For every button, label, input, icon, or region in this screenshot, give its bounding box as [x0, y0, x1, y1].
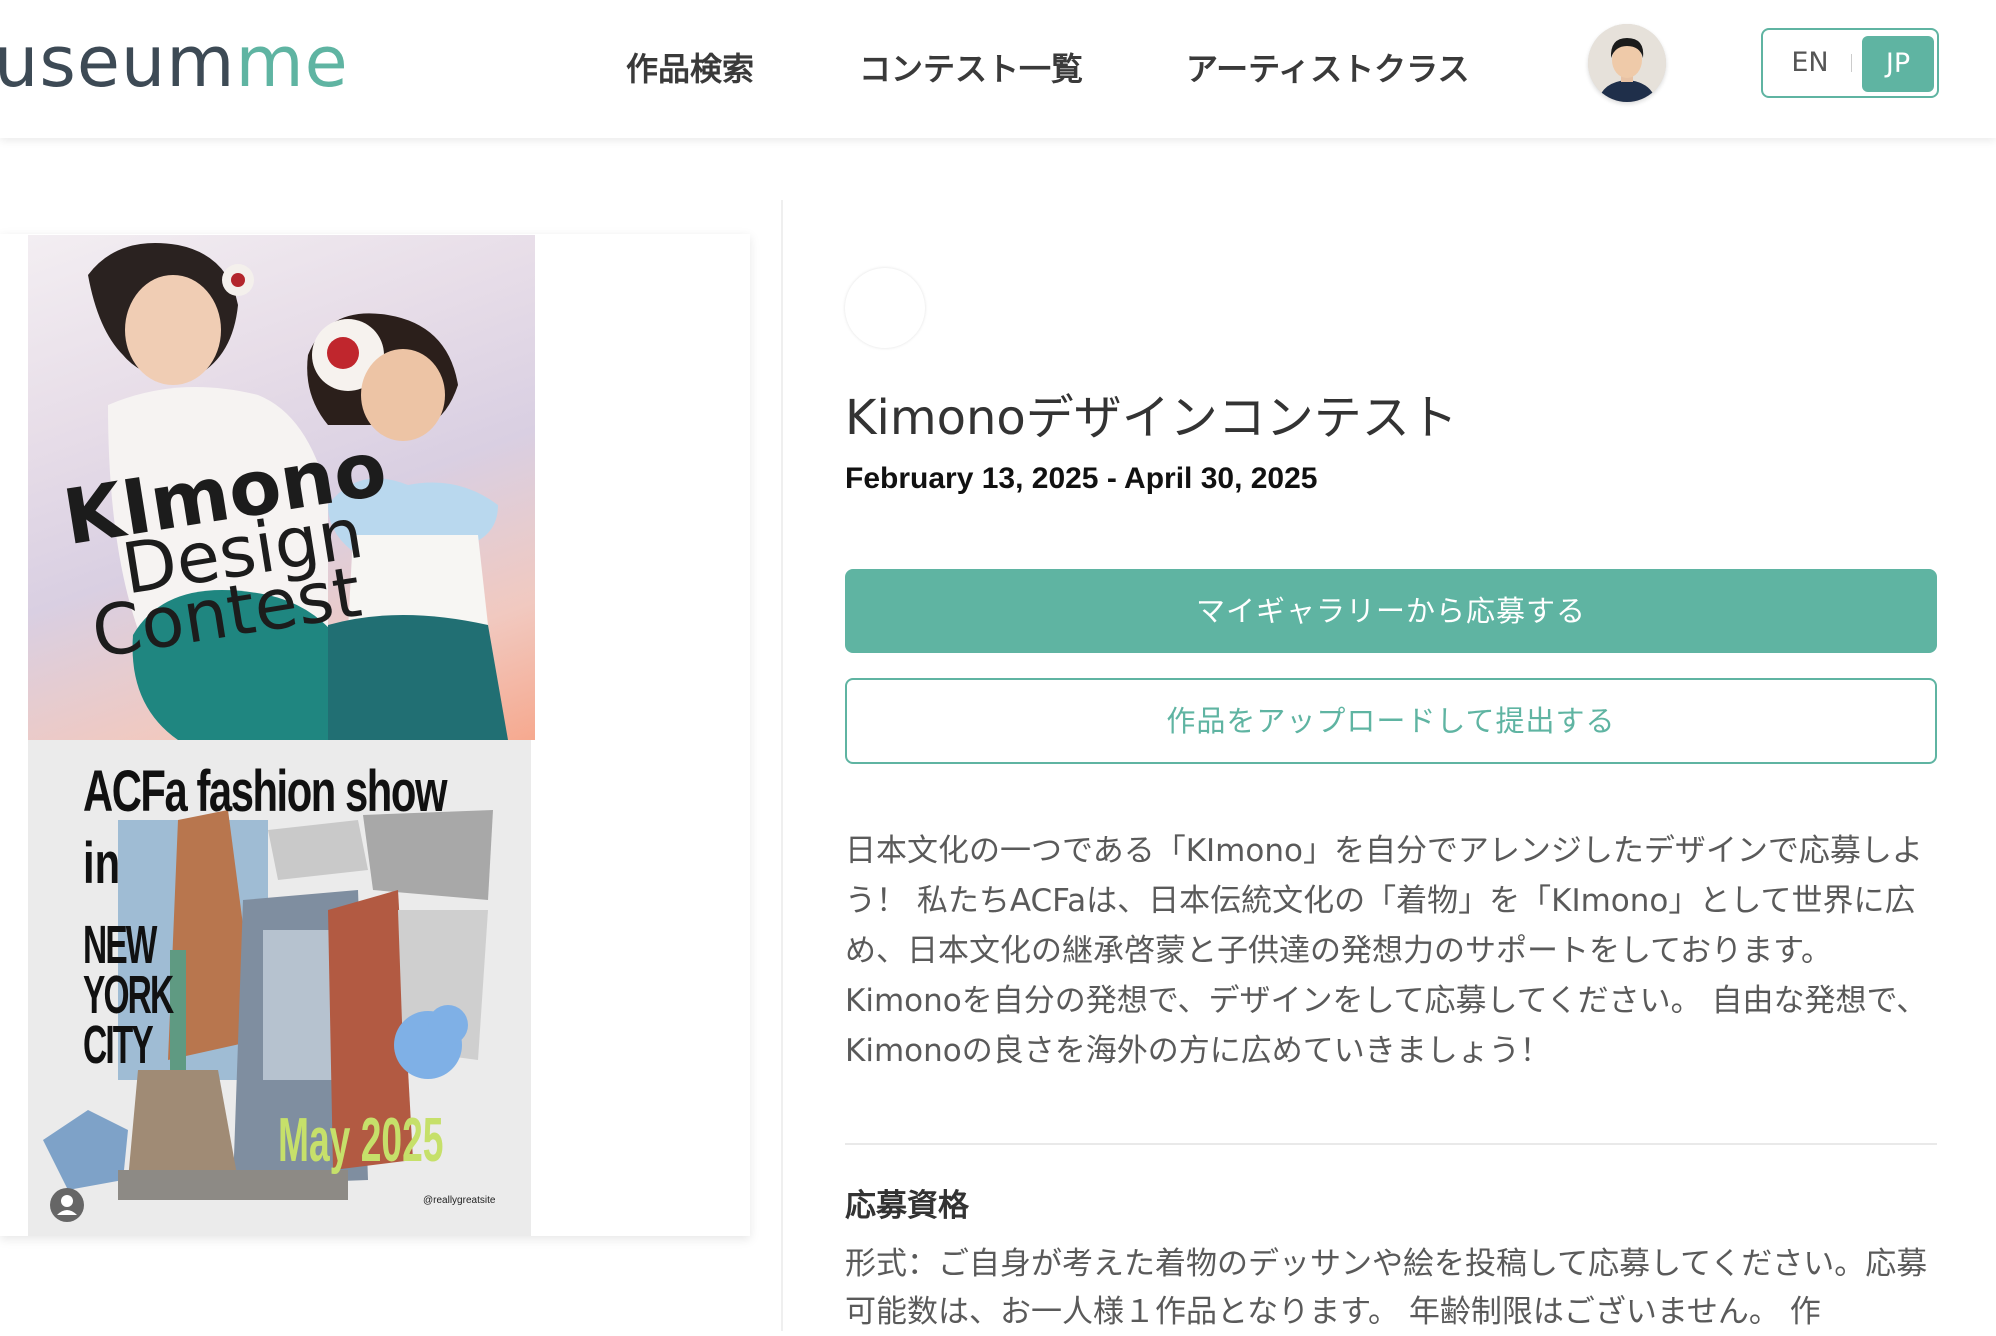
upload-and-submit-button[interactable]: 作品をアップロードして提出する — [845, 678, 1937, 764]
contest-title: Kimonoデザインコンテスト — [845, 390, 1458, 446]
poster-photo[interactable]: KImono Design Contest — [28, 235, 535, 740]
contest-dates: February 13, 2025 - April 30, 2025 — [845, 462, 1318, 495]
poster-city-line-2: YORK — [83, 965, 174, 1025]
nav-artist-class[interactable]: アーティストクラス — [1186, 44, 1470, 90]
lang-separator — [1851, 54, 1852, 72]
top-header: useumme 作品検索 コンテスト一覧 アーティストクラス EN JP — [0, 0, 1996, 138]
poster-in-text: in — [83, 831, 121, 896]
poster-city-line-3: CITY — [83, 1015, 154, 1075]
user-avatar[interactable] — [1588, 24, 1666, 102]
poster-show-title: ACFa fashion show — [83, 759, 447, 824]
avatar-portrait-icon — [1588, 24, 1666, 102]
language-toggle: EN JP — [1761, 28, 1939, 98]
eligibility-heading: 応募資格 — [845, 1188, 969, 1224]
site-logo[interactable]: useumme — [0, 22, 349, 102]
eligibility-body: 形式：ご自身が考えた着物のデッサンや絵を投稿して応募してください。応募可能数は、… — [845, 1246, 1928, 1330]
poster-city-line-1: NEW — [83, 915, 157, 975]
poster-kimono-design-contest-text: KImono Design Contest — [57, 423, 408, 674]
logo-text-dark: useum — [0, 21, 236, 103]
nav-contest-list[interactable]: コンテスト一覧 — [859, 44, 1083, 90]
poster-fashion-show[interactable]: ACFa fashion show in NEW YORK CITY May 2… — [28, 740, 531, 1236]
lang-jp-button[interactable]: JP — [1862, 36, 1934, 92]
logo-text-accent: me — [235, 21, 349, 103]
section-divider — [845, 1143, 1937, 1145]
nav-artwork-search[interactable]: 作品検索 — [626, 44, 754, 90]
column-divider — [781, 200, 783, 1331]
poster-date-text: May 2025 — [278, 1106, 444, 1175]
apply-from-gallery-button[interactable]: マイギャラリーから応募する — [845, 569, 1937, 653]
poster-user-icon[interactable] — [50, 1188, 84, 1222]
poster-site-text: @reallygreatsite — [423, 1195, 496, 1206]
contest-description: 日本文化の一つである「KImono」を自分でアレンジしたデザインで応募しよう！ … — [845, 833, 1928, 1069]
organizer-logo — [845, 268, 925, 348]
lang-en-button[interactable]: EN — [1773, 36, 1847, 90]
user-silhouette-icon — [57, 1195, 77, 1215]
poster-city-text: NEW YORK CITY — [83, 915, 174, 1075]
